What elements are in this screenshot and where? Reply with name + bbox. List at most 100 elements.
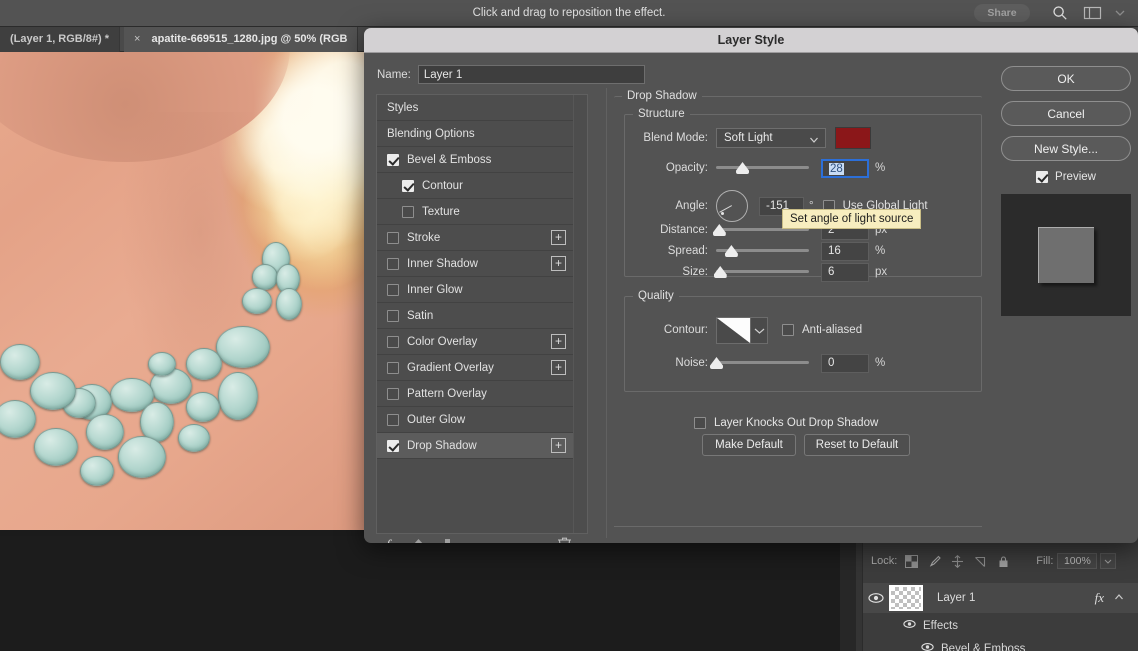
effect-enable-checkbox[interactable] bbox=[387, 283, 399, 296]
document-tab-2[interactable]: × apatite-669515_1280.jpg @ 50% (RGB bbox=[124, 27, 359, 52]
effect-enable-checkbox[interactable] bbox=[387, 335, 399, 348]
dialog-titlebar[interactable]: Layer Style bbox=[364, 28, 1138, 53]
cancel-button[interactable]: Cancel bbox=[1001, 101, 1131, 126]
layers-panel[interactable]: Lock: Fill: 100% Layer 1 fx Effects Beve… bbox=[863, 536, 1138, 651]
effects-list[interactable]: Styles Blending Options Bevel & Emboss Cont… bbox=[376, 94, 588, 534]
brush-icon[interactable] bbox=[928, 555, 942, 568]
effect-list-item-label: Inner Shadow bbox=[407, 257, 478, 270]
search-icon[interactable] bbox=[1052, 5, 1068, 21]
effect-list-item-satin[interactable]: Satin bbox=[377, 303, 573, 329]
distance-label: Distance: bbox=[660, 224, 708, 236]
new-style-button[interactable]: New Style... bbox=[1001, 136, 1131, 161]
layer-thumbnail[interactable] bbox=[889, 585, 923, 611]
effect-enable-checkbox[interactable] bbox=[387, 309, 399, 322]
necklace-bead bbox=[216, 326, 270, 368]
workspace-icon[interactable] bbox=[1083, 5, 1103, 21]
effect-list-item-blending-options[interactable]: Blending Options bbox=[377, 121, 573, 147]
effect-list-item-inner-shadow[interactable]: Inner Shadow + bbox=[377, 251, 573, 277]
effect-list-item-stroke[interactable]: Stroke + bbox=[377, 225, 573, 251]
drop-shadow-group-label: Drop Shadow bbox=[622, 90, 702, 102]
noise-input[interactable]: 0 bbox=[821, 353, 869, 373]
effect-list-item-label: Contour bbox=[422, 179, 463, 192]
effect-enable-checkbox[interactable] bbox=[402, 205, 414, 218]
effects-list-toolbar[interactable]: fx bbox=[376, 534, 588, 543]
effect-enable-checkbox[interactable] bbox=[387, 257, 399, 270]
eye-icon[interactable] bbox=[863, 592, 889, 604]
eye-icon[interactable] bbox=[921, 642, 934, 651]
size-slider[interactable] bbox=[713, 265, 809, 279]
document-image[interactable] bbox=[0, 52, 366, 530]
share-button[interactable]: Share bbox=[974, 4, 1030, 22]
fill-dropdown-chevron-down-icon[interactable] bbox=[1100, 553, 1117, 569]
layer-name-input[interactable] bbox=[417, 65, 645, 84]
effect-list-item-pattern-overlay[interactable]: Pattern Overlay bbox=[377, 381, 573, 407]
fx-icon[interactable]: fx bbox=[386, 538, 397, 544]
artboard-icon[interactable] bbox=[974, 555, 987, 568]
noise-slider[interactable] bbox=[710, 356, 809, 370]
layer-name: Layer 1 bbox=[937, 592, 976, 604]
effects-list-scrollbar[interactable] bbox=[573, 95, 587, 533]
arrow-up-icon[interactable] bbox=[411, 537, 426, 543]
add-effect-plus-icon[interactable]: + bbox=[551, 360, 566, 375]
document-tab-2-close-icon[interactable]: × bbox=[134, 27, 140, 52]
effect-enable-checkbox[interactable] bbox=[387, 153, 399, 166]
chevron-down-icon[interactable] bbox=[1114, 5, 1126, 21]
opacity-slider[interactable] bbox=[716, 161, 809, 175]
contour-preview-swatch[interactable] bbox=[716, 316, 751, 344]
effect-list-item-drop-shadow[interactable]: Drop Shadow + bbox=[377, 433, 573, 459]
effect-list-item-contour[interactable]: Contour bbox=[377, 173, 573, 199]
reset-to-default-button[interactable]: Reset to Default bbox=[804, 434, 910, 456]
effect-list-item-bevel-emboss[interactable]: Bevel & Emboss bbox=[377, 147, 573, 173]
fill-value[interactable]: 100% bbox=[1057, 553, 1098, 569]
effect-enable-checkbox[interactable] bbox=[387, 361, 399, 374]
drop-shadow-color-swatch[interactable] bbox=[835, 127, 871, 149]
make-default-button[interactable]: Make Default bbox=[702, 434, 796, 456]
layer-knocks-out-checkbox[interactable] bbox=[694, 417, 706, 429]
necklace-bead bbox=[0, 344, 40, 380]
add-effect-plus-icon[interactable]: + bbox=[551, 438, 566, 453]
layer-effects-row[interactable]: Effects bbox=[863, 614, 1138, 637]
effect-enable-checkbox[interactable] bbox=[402, 179, 414, 192]
layer-row[interactable]: Layer 1 fx bbox=[863, 583, 1138, 613]
effect-list-item-texture[interactable]: Texture bbox=[377, 199, 573, 225]
effect-list-item-label: Texture bbox=[422, 205, 460, 218]
arrow-down-icon[interactable] bbox=[440, 537, 455, 543]
chevron-up-icon[interactable] bbox=[1114, 593, 1124, 604]
trash-icon[interactable] bbox=[557, 536, 572, 543]
checker-icon[interactable] bbox=[905, 554, 919, 568]
effect-list-item-outer-glow[interactable]: Outer Glow bbox=[377, 407, 573, 433]
noise-row: Noise: 0 % bbox=[624, 353, 980, 373]
preview-checkbox[interactable] bbox=[1036, 171, 1049, 183]
spread-slider[interactable] bbox=[716, 244, 809, 258]
add-effect-plus-icon[interactable]: + bbox=[551, 256, 566, 271]
opacity-label: Opacity: bbox=[665, 162, 708, 174]
document-tab-1[interactable]: (Layer 1, RGB/8#) * bbox=[0, 27, 121, 52]
effect-list-item-color-overlay[interactable]: Color Overlay + bbox=[377, 329, 573, 355]
layer-sub-effect-row[interactable]: Bevel & Emboss bbox=[863, 637, 1138, 651]
effect-enable-checkbox[interactable] bbox=[387, 387, 399, 400]
blend-mode-select[interactable]: Soft Light bbox=[716, 128, 826, 148]
anti-aliased-checkbox[interactable] bbox=[782, 324, 794, 336]
angle-dial[interactable] bbox=[716, 190, 748, 222]
ok-button[interactable]: OK bbox=[1001, 66, 1131, 91]
opacity-input[interactable]: 28 bbox=[821, 158, 869, 178]
spread-input[interactable]: 16 bbox=[821, 241, 869, 261]
effect-enable-checkbox[interactable] bbox=[387, 439, 399, 452]
layer-fx-badge[interactable]: fx bbox=[1095, 590, 1104, 606]
move-icon[interactable] bbox=[951, 554, 964, 568]
layer-style-dialog[interactable]: Layer Style Name: Styles Blending Options… bbox=[364, 28, 1138, 543]
add-effect-plus-icon[interactable]: + bbox=[551, 334, 566, 349]
lock-icon[interactable] bbox=[997, 555, 1010, 568]
angle-dial-handle[interactable] bbox=[720, 212, 724, 216]
contour-dropdown-chevron-down-icon[interactable] bbox=[751, 316, 768, 344]
eye-icon[interactable] bbox=[903, 619, 916, 632]
effects-list-items[interactable]: Styles Blending Options Bevel & Emboss Cont… bbox=[377, 95, 573, 533]
add-effect-plus-icon[interactable]: + bbox=[551, 230, 566, 245]
size-input[interactable]: 6 bbox=[821, 262, 869, 282]
noise-slider-track bbox=[716, 361, 809, 364]
effect-enable-checkbox[interactable] bbox=[387, 231, 399, 244]
effect-list-item-inner-glow[interactable]: Inner Glow bbox=[377, 277, 573, 303]
effect-enable-checkbox[interactable] bbox=[387, 413, 399, 426]
effect-list-item-gradient-overlay[interactable]: Gradient Overlay + bbox=[377, 355, 573, 381]
effect-list-item-styles[interactable]: Styles bbox=[377, 95, 573, 121]
